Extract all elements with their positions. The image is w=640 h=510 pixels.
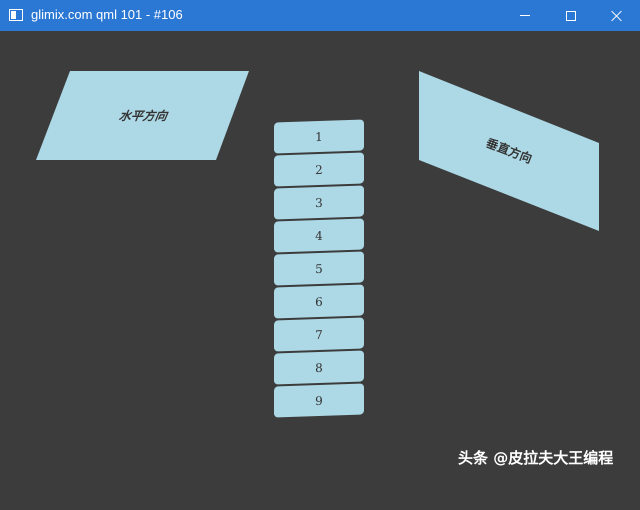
list-item-7[interactable]: 7: [274, 317, 364, 352]
list-item-label: 6: [315, 294, 323, 309]
list-item-2[interactable]: 2: [274, 152, 364, 187]
list-item-label: 3: [315, 195, 323, 210]
list-item-3[interactable]: 3: [274, 185, 364, 220]
watermark-text: 头条 @皮拉夫大王编程: [458, 449, 614, 467]
list-item-label: 9: [315, 393, 323, 408]
close-icon: [611, 10, 623, 22]
close-button[interactable]: [594, 0, 640, 31]
minimize-icon: [520, 15, 530, 16]
app-window: glimix.com qml 101 - #106 水平方向 垂直方向 1 2 …: [0, 0, 640, 510]
window-title: glimix.com qml 101 - #106: [31, 7, 183, 22]
list-item-1[interactable]: 1: [274, 119, 364, 154]
list-item-label: 7: [315, 327, 323, 342]
list-item-label: 5: [315, 261, 323, 276]
maximize-button[interactable]: [548, 0, 594, 31]
list-item-8[interactable]: 8: [274, 350, 364, 385]
list-item-label: 2: [315, 162, 323, 177]
list-item-label: 4: [315, 228, 323, 243]
list-item-5[interactable]: 5: [274, 251, 364, 286]
app-window-icon: [9, 9, 23, 21]
qml-canvas: 水平方向 垂直方向 1 2 3 4 5 6 7 8 9: [0, 31, 640, 510]
list-item-4[interactable]: 4: [274, 218, 364, 253]
list-item-label: 1: [315, 129, 323, 144]
list-item-9[interactable]: 9: [274, 383, 364, 418]
horizontal-skew-label: 水平方向: [118, 109, 170, 123]
minimize-button[interactable]: [502, 0, 548, 31]
list-item-label: 8: [315, 360, 323, 375]
list-item-6[interactable]: 6: [274, 284, 364, 319]
title-bar[interactable]: glimix.com qml 101 - #106: [0, 0, 640, 31]
maximize-icon: [566, 10, 576, 21]
